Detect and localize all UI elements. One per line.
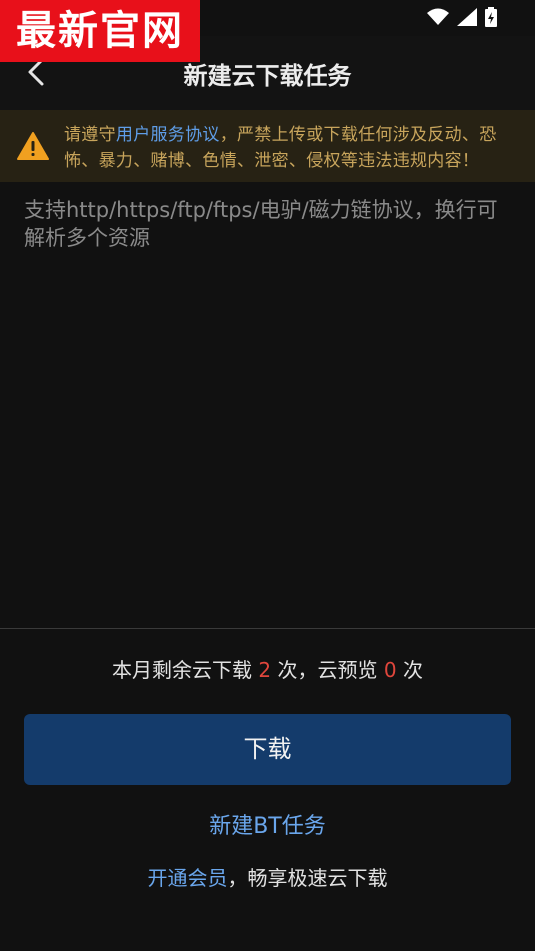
download-count: 2	[258, 658, 272, 682]
compliance-notice: 请遵守用户服务协议，严禁上传或下载任何涉及反动、恐怖、暴力、赌博、色情、泄密、侵…	[0, 110, 535, 182]
signal-icon	[457, 8, 477, 26]
quota-info: 本月剩余云下载 2 次，云预览 0 次	[0, 654, 535, 683]
divider	[0, 628, 535, 629]
new-bt-task-link[interactable]: 新建BT任务	[0, 808, 535, 840]
url-input[interactable]	[0, 182, 535, 628]
vip-promo: 开通会员，畅享极速云下载	[0, 862, 535, 891]
warning-icon	[17, 132, 49, 160]
notice-text: 请遵守用户服务协议，严禁上传或下载任何涉及反动、恐怖、暴力、赌博、色情、泄密、侵…	[64, 122, 527, 174]
quota-suffix: 次	[402, 658, 423, 682]
wifi-icon	[427, 8, 449, 25]
quota-mid: 次，云预览	[277, 658, 378, 682]
user-agreement-link[interactable]: 用户服务协议	[116, 125, 220, 145]
battery-icon	[485, 7, 497, 27]
watermark-logo: 最新官网	[0, 0, 200, 62]
open-vip-link[interactable]: 开通会员	[148, 866, 228, 890]
status-icons	[427, 7, 497, 27]
notice-prefix: 请遵守	[64, 125, 116, 145]
url-input-area	[0, 182, 535, 628]
download-button[interactable]: 下载	[24, 714, 511, 785]
preview-count: 0	[383, 658, 397, 682]
vip-promo-text: ，畅享极速云下载	[227, 866, 388, 890]
quota-prefix: 本月剩余云下载	[112, 658, 253, 682]
